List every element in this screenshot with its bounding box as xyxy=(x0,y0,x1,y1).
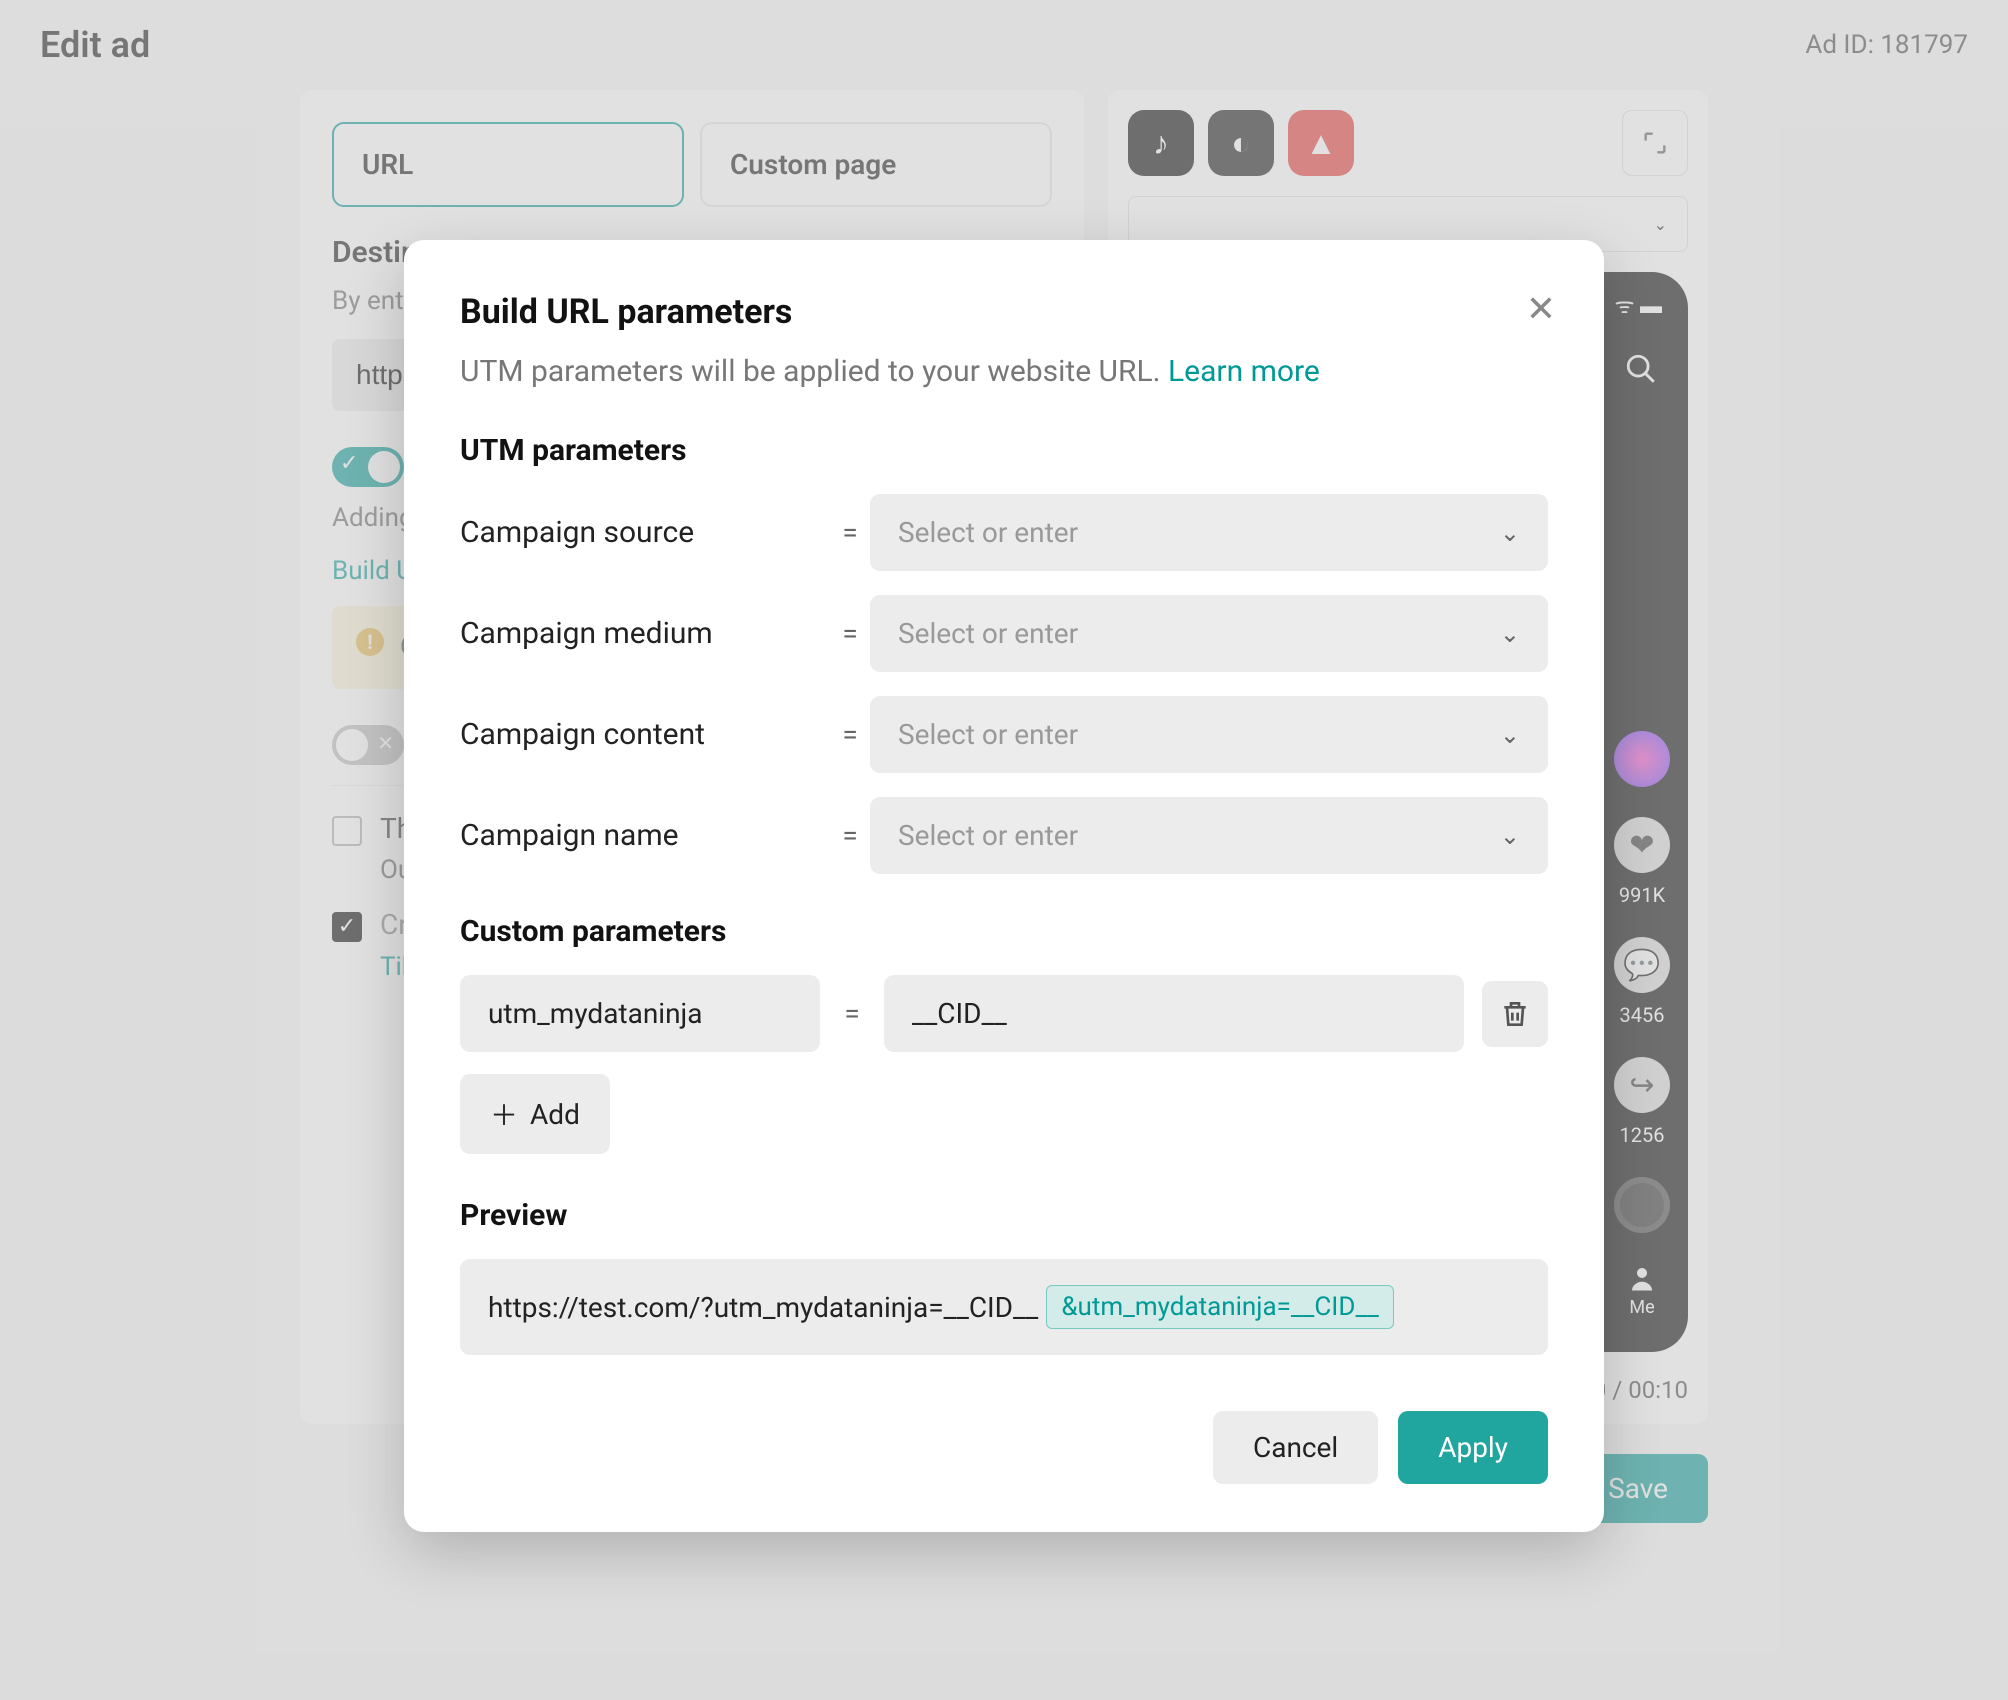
custom-param-key-input[interactable]: utm_mydataninja xyxy=(460,975,820,1052)
apply-button[interactable]: Apply xyxy=(1398,1411,1548,1484)
campaign-name-label: Campaign name xyxy=(460,818,830,853)
equals-sign: = xyxy=(830,819,870,852)
placeholder-text: Select or enter xyxy=(898,819,1078,852)
placeholder-text: Select or enter xyxy=(898,718,1078,751)
preview-url-text: https://test.com/?utm_mydataninja=__CID_… xyxy=(488,1291,1038,1324)
campaign-medium-select[interactable]: Select or enter ⌄ xyxy=(870,595,1548,672)
equals-sign: = xyxy=(830,718,870,751)
custom-param-value-input[interactable]: __CID__ xyxy=(884,975,1464,1052)
chevron-down-icon: ⌄ xyxy=(1500,519,1520,547)
campaign-source-label: Campaign source xyxy=(460,515,830,550)
equals-sign: = xyxy=(830,617,870,650)
campaign-content-select[interactable]: Select or enter ⌄ xyxy=(870,696,1548,773)
plus-icon: ＋ xyxy=(490,1094,518,1134)
preview-section-title: Preview xyxy=(460,1198,1548,1233)
equals-sign: = xyxy=(830,516,870,549)
add-label: Add xyxy=(530,1098,580,1131)
modal-title: Build URL parameters xyxy=(460,292,1548,332)
campaign-medium-label: Campaign medium xyxy=(460,616,830,651)
chevron-down-icon: ⌄ xyxy=(1500,822,1520,850)
modal-subtitle: UTM parameters will be applied to your w… xyxy=(460,354,1548,389)
campaign-content-label: Campaign content xyxy=(460,717,830,752)
learn-more-link[interactable]: Learn more xyxy=(1168,354,1320,389)
add-param-button[interactable]: ＋ Add xyxy=(460,1074,610,1154)
chevron-down-icon: ⌄ xyxy=(1500,620,1520,648)
chevron-down-icon: ⌄ xyxy=(1500,721,1520,749)
delete-param-button[interactable] xyxy=(1482,981,1548,1047)
utm-section-title: UTM parameters xyxy=(460,433,1548,468)
equals-sign: = xyxy=(838,997,866,1030)
campaign-name-select[interactable]: Select or enter ⌄ xyxy=(870,797,1548,874)
placeholder-text: Select or enter xyxy=(898,516,1078,549)
trash-icon xyxy=(1499,998,1531,1030)
modal-overlay: ✕ Build URL parameters UTM parameters wi… xyxy=(0,0,2008,1700)
custom-section-title: Custom parameters xyxy=(460,914,1548,949)
campaign-source-select[interactable]: Select or enter ⌄ xyxy=(870,494,1548,571)
close-icon[interactable]: ✕ xyxy=(1526,288,1556,330)
cancel-button[interactable]: Cancel xyxy=(1213,1411,1378,1484)
modal-subtitle-text: UTM parameters will be applied to your w… xyxy=(460,354,1168,389)
build-url-modal: ✕ Build URL parameters UTM parameters wi… xyxy=(404,240,1604,1532)
preview-url-box: https://test.com/?utm_mydataninja=__CID_… xyxy=(460,1259,1548,1355)
preview-badge: &utm_mydataninja=__CID__ xyxy=(1046,1285,1394,1329)
placeholder-text: Select or enter xyxy=(898,617,1078,650)
